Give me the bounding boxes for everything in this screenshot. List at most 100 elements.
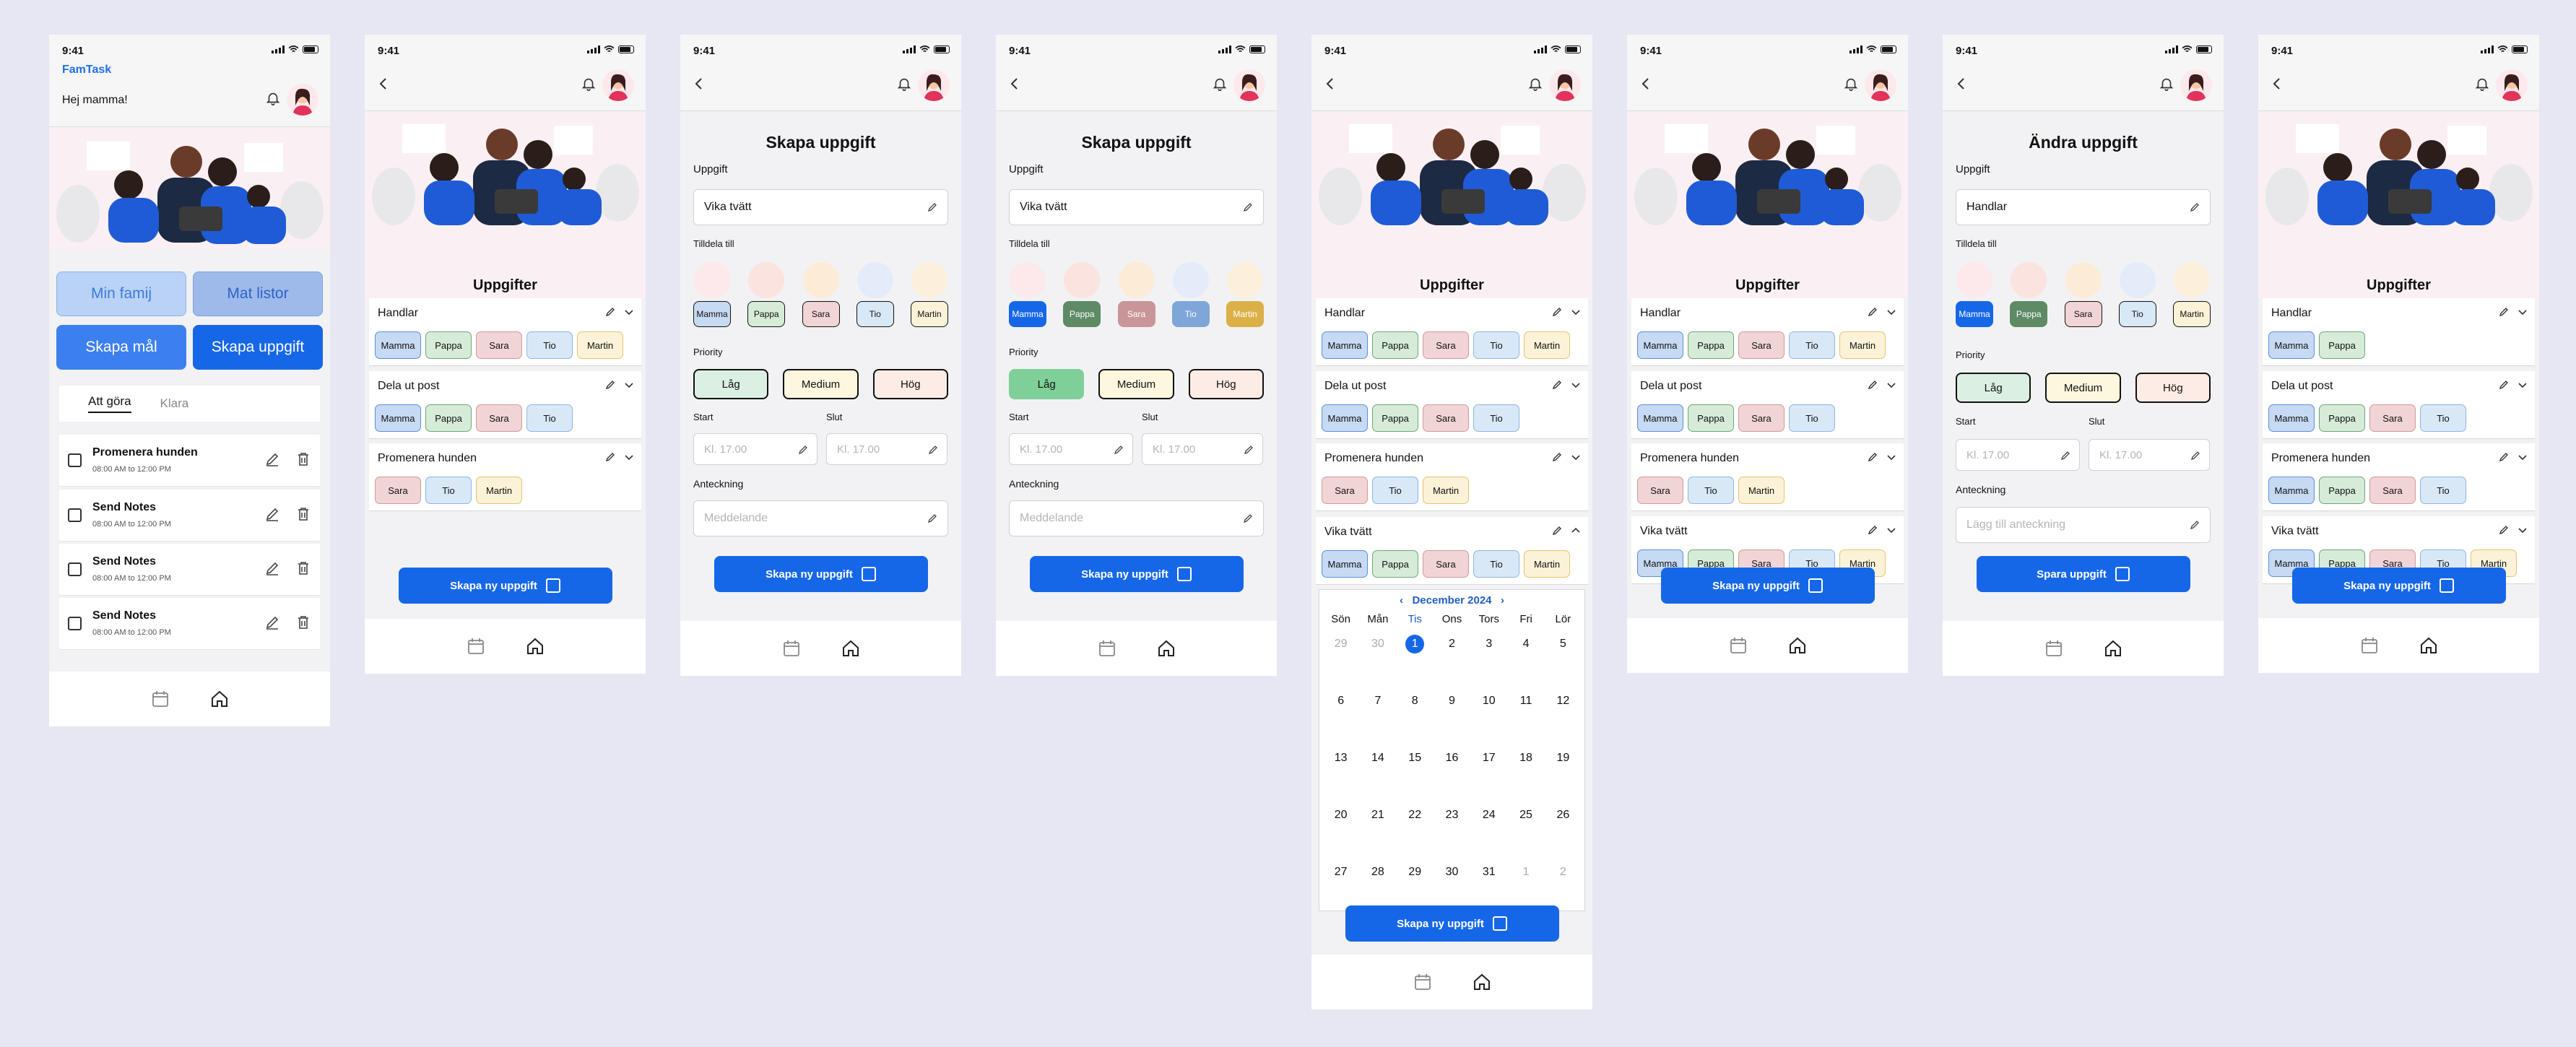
task-group[interactable]: Dela ut post Mamma Pappa Sara Tio bbox=[369, 371, 641, 439]
chevron-right-icon[interactable]: › bbox=[1501, 594, 1504, 607]
assignee-sara[interactable]: Sara bbox=[2064, 301, 2102, 327]
calendar-day[interactable]: 23 bbox=[1434, 803, 1470, 860]
calendar-day[interactable]: 30 bbox=[1359, 632, 1396, 689]
create-task-button[interactable]: Skapa ny uppgift bbox=[714, 556, 928, 592]
task-group[interactable]: Handlar Mamma Pappa Sara Tio Martin bbox=[1631, 298, 1904, 366]
member-chip-mamma[interactable]: Mamma bbox=[1322, 550, 1368, 578]
assignee-martin[interactable]: Martin bbox=[911, 301, 948, 327]
calendar-day[interactable]: 2 bbox=[1434, 632, 1470, 689]
home-icon[interactable] bbox=[2419, 636, 2438, 655]
calendar-day[interactable]: 9 bbox=[1434, 689, 1470, 746]
start-time-input[interactable]: Kl. 17.00 bbox=[1009, 433, 1133, 465]
member-chip-martin[interactable]: Martin bbox=[1738, 477, 1784, 504]
create-task-button[interactable]: Skapa uppgift bbox=[193, 325, 323, 370]
calendar-day[interactable]: 14 bbox=[1359, 746, 1396, 803]
calendar-day[interactable]: 18 bbox=[1507, 746, 1544, 803]
edit-icon[interactable] bbox=[2499, 380, 2509, 390]
back-icon[interactable] bbox=[1007, 77, 1022, 91]
home-icon[interactable] bbox=[1157, 639, 1176, 658]
member-chip-sara[interactable]: Sara bbox=[476, 331, 522, 359]
member-chip-mamma[interactable]: Mamma bbox=[2268, 477, 2315, 504]
tab-todo[interactable]: Att göra bbox=[88, 394, 131, 413]
edit-icon[interactable] bbox=[265, 507, 279, 521]
note-input[interactable]: Meddelande bbox=[1009, 500, 1264, 536]
priority-high[interactable]: Hög bbox=[2135, 373, 2211, 403]
calendar-day[interactable]: 16 bbox=[1434, 746, 1470, 803]
task-group[interactable]: Dela ut post Mamma Pappa Sara Tio bbox=[1631, 371, 1904, 439]
edit-icon[interactable] bbox=[2499, 452, 2509, 462]
bell-icon[interactable] bbox=[1527, 75, 1543, 92]
member-chip-martin[interactable]: Martin bbox=[577, 331, 623, 359]
assignee-sara[interactable]: Sara bbox=[1117, 301, 1155, 327]
avatar[interactable] bbox=[1233, 69, 1265, 101]
chevron-down-icon[interactable] bbox=[2518, 525, 2528, 535]
back-icon[interactable] bbox=[376, 77, 391, 91]
avatar[interactable] bbox=[287, 84, 318, 116]
calendar-day[interactable]: 19 bbox=[1545, 746, 1582, 803]
edit-icon[interactable] bbox=[1868, 525, 1878, 535]
member-chip-sara[interactable]: Sara bbox=[1423, 404, 1469, 432]
member-chip-martin[interactable]: Martin bbox=[1423, 477, 1469, 504]
calendar-day[interactable]: 7 bbox=[1359, 689, 1396, 746]
task-group[interactable]: Handlar Mamma Pappa bbox=[2263, 298, 2535, 366]
member-chip-martin[interactable]: Martin bbox=[1524, 550, 1570, 578]
priority-high[interactable]: Hög bbox=[1188, 369, 1264, 399]
member-chip-pappa[interactable]: Pappa bbox=[1688, 331, 1734, 359]
task-group[interactable]: Handlar Mamma Pappa Sara Tio Martin bbox=[1316, 298, 1588, 366]
member-chip-mamma[interactable]: Mamma bbox=[1322, 404, 1368, 432]
priority-medium[interactable]: Medium bbox=[2045, 373, 2121, 403]
list-item[interactable]: Send Notes 08:00 AM to 12:00 PM bbox=[59, 490, 320, 542]
chevron-up-icon[interactable] bbox=[1571, 526, 1581, 536]
task-input[interactable]: Vika tvätt bbox=[1009, 189, 1264, 225]
calendar-icon[interactable] bbox=[1098, 639, 1116, 658]
member-chip-martin[interactable]: Martin bbox=[1524, 331, 1570, 359]
calendar-icon[interactable] bbox=[2044, 639, 2063, 658]
assignee-pappa[interactable]: Pappa bbox=[1063, 301, 1101, 327]
tab-done[interactable]: Klara bbox=[160, 396, 189, 411]
chevron-down-icon[interactable] bbox=[1886, 380, 1896, 390]
calendar-day[interactable]: 24 bbox=[1470, 803, 1507, 860]
task-group[interactable]: Dela ut post Mamma Pappa Sara Tio bbox=[2263, 371, 2535, 439]
edit-icon[interactable] bbox=[2499, 525, 2509, 535]
assignee-tio[interactable]: Tio bbox=[2118, 301, 2156, 327]
assignee-tio[interactable]: Tio bbox=[1171, 301, 1210, 327]
create-task-button[interactable]: Skapa ny uppgift bbox=[1345, 905, 1559, 942]
calendar-day[interactable]: 22 bbox=[1397, 803, 1434, 860]
end-time-input[interactable]: Kl. 17.00 bbox=[826, 433, 947, 465]
member-chip-sara[interactable]: Sara bbox=[2369, 477, 2416, 504]
chevron-down-icon[interactable] bbox=[1571, 452, 1581, 462]
home-icon[interactable] bbox=[1473, 973, 1491, 991]
task-group[interactable]: Handlar Mamma Pappa Sara Tio Martin bbox=[369, 298, 641, 366]
back-icon[interactable] bbox=[2270, 77, 2284, 91]
back-icon[interactable] bbox=[692, 77, 706, 91]
avatar[interactable] bbox=[918, 69, 950, 101]
member-chip-mamma[interactable]: Mamma bbox=[375, 404, 421, 432]
priority-low[interactable]: Låg bbox=[1009, 369, 1085, 399]
back-icon[interactable] bbox=[1954, 77, 1969, 91]
assignee-tio[interactable]: Tio bbox=[856, 301, 894, 327]
edit-icon[interactable] bbox=[2499, 307, 2509, 317]
member-chip-pappa[interactable]: Pappa bbox=[1372, 550, 1418, 578]
member-chip-sara[interactable]: Sara bbox=[2369, 404, 2416, 432]
avatar[interactable] bbox=[2180, 69, 2212, 101]
calendar-icon[interactable] bbox=[2360, 636, 2379, 655]
bell-icon[interactable] bbox=[896, 75, 912, 92]
save-task-button[interactable]: Spara uppgift bbox=[1976, 556, 2190, 592]
member-chip-pappa[interactable]: Pappa bbox=[2319, 404, 2365, 432]
member-chip-tio[interactable]: Tio bbox=[526, 331, 573, 359]
calendar-day[interactable]: 13 bbox=[1322, 746, 1359, 803]
chevron-down-icon[interactable] bbox=[1886, 452, 1896, 462]
avatar[interactable] bbox=[1549, 69, 1581, 101]
member-chip-sara[interactable]: Sara bbox=[1423, 331, 1469, 359]
assignee-martin[interactable]: Martin bbox=[2173, 301, 2211, 327]
back-icon[interactable] bbox=[1639, 77, 1653, 91]
list-item[interactable]: Send Notes 08:00 AM to 12:00 PM bbox=[59, 544, 320, 596]
member-chip-pappa[interactable]: Pappa bbox=[1372, 331, 1418, 359]
home-icon[interactable] bbox=[841, 639, 860, 658]
member-chip-sara[interactable]: Sara bbox=[1423, 550, 1469, 578]
calendar-day[interactable]: 11 bbox=[1507, 689, 1544, 746]
priority-low[interactable]: Låg bbox=[693, 369, 769, 399]
priority-medium[interactable]: Medium bbox=[783, 369, 859, 399]
calendar-day[interactable]: 20 bbox=[1322, 803, 1359, 860]
bell-icon[interactable] bbox=[2159, 75, 2174, 92]
